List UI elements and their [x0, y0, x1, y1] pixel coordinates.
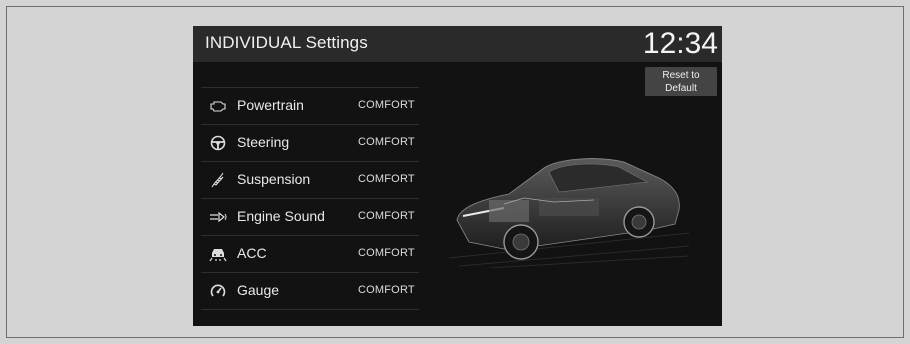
car-cutaway-image: [448, 138, 690, 269]
menu-item-steering[interactable]: Steering COMFORT: [201, 125, 419, 162]
menu-label: Steering: [237, 134, 290, 150]
menu-value: COMFORT: [358, 173, 415, 185]
acc-icon: [209, 246, 227, 262]
menu-value: COMFORT: [358, 99, 415, 111]
settings-menu: Powertrain COMFORT Steering COMFORT Susp…: [201, 87, 419, 310]
menu-label: ACC: [237, 245, 267, 261]
menu-value: COMFORT: [358, 247, 415, 259]
reset-label-line2: Default: [665, 82, 697, 94]
menu-value: COMFORT: [358, 284, 415, 296]
reset-to-default-button[interactable]: Reset to Default: [645, 67, 717, 96]
settings-screen: INDIVIDUAL Settings 12:34 Reset to Defau…: [193, 26, 722, 326]
menu-item-gauge[interactable]: Gauge COMFORT: [201, 273, 419, 310]
menu-label: Powertrain: [237, 97, 304, 113]
gauge-icon: [209, 283, 227, 299]
title-bar: INDIVIDUAL Settings 12:34: [193, 26, 722, 62]
menu-value: COMFORT: [358, 210, 415, 222]
menu-label: Gauge: [237, 282, 280, 298]
powertrain-icon: [209, 98, 227, 114]
reset-label-line1: Reset to: [662, 69, 700, 81]
page-title: INDIVIDUAL Settings: [205, 33, 368, 52]
clock: 12:34: [642, 27, 718, 60]
menu-item-acc[interactable]: ACC COMFORT: [201, 236, 419, 273]
menu-item-suspension[interactable]: Suspension COMFORT: [201, 162, 419, 199]
steering-wheel-icon: [209, 135, 227, 151]
menu-label: Engine Sound: [237, 208, 325, 224]
suspension-icon: [209, 172, 227, 188]
engine-sound-icon: [209, 209, 227, 225]
menu-item-powertrain[interactable]: Powertrain COMFORT: [201, 87, 419, 125]
menu-label: Suspension: [237, 171, 311, 187]
menu-item-engine-sound[interactable]: Engine Sound COMFORT: [201, 199, 419, 236]
menu-value: COMFORT: [358, 136, 415, 148]
